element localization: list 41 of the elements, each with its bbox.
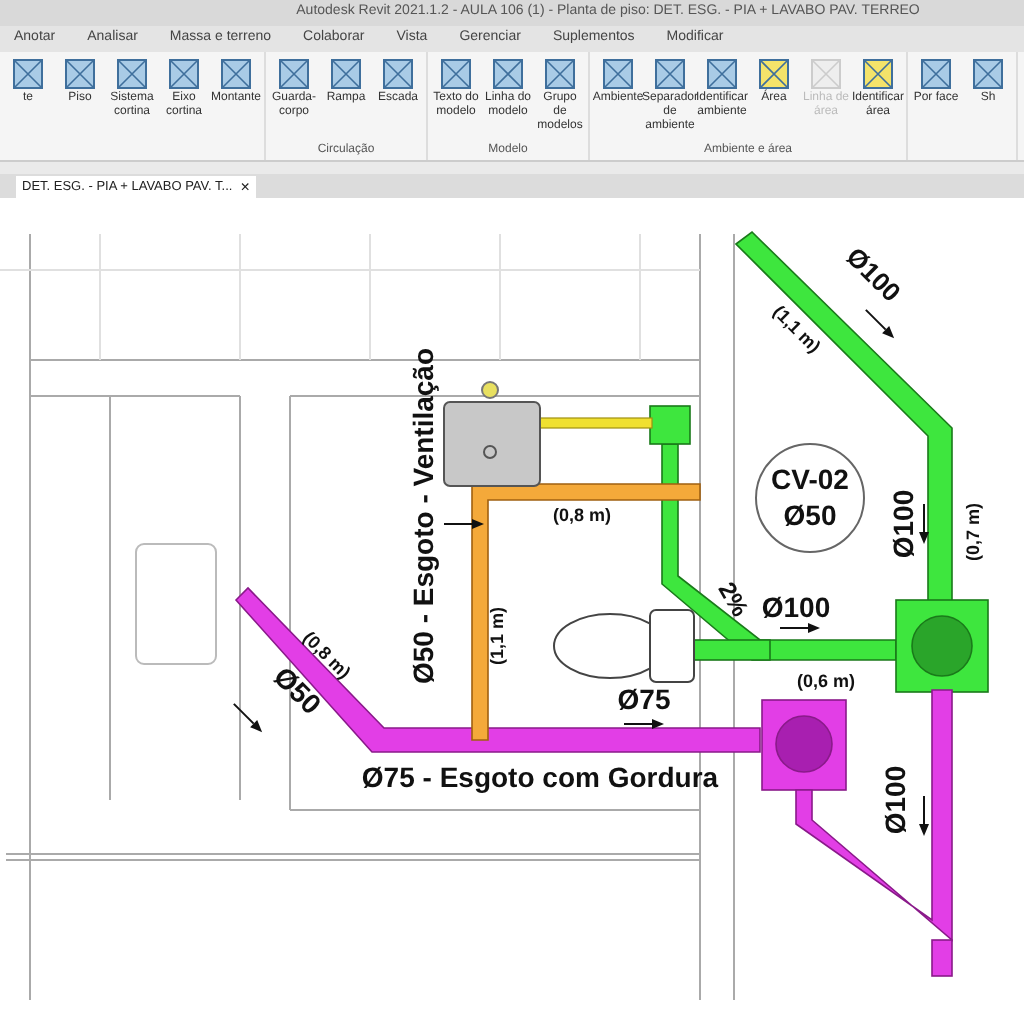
tool-icon (706, 58, 738, 90)
tool-icon (64, 58, 96, 90)
tool-icon (862, 58, 894, 90)
tool-icon (492, 58, 524, 90)
tool-icon (654, 58, 686, 90)
close-button[interactable]: × (240, 179, 250, 195)
tool-icon (972, 58, 1004, 90)
tool-icon (116, 58, 148, 90)
arrow-icon (864, 308, 895, 339)
drawing-label: (0,7 m) (962, 503, 983, 561)
tool-icon (758, 58, 790, 90)
drawing-label: (0,8 m) (553, 504, 611, 525)
arrow-icon (919, 795, 929, 836)
drawing-label: 2% (712, 577, 755, 622)
drawing-label: Ø50 (783, 499, 837, 532)
arrow-icon (443, 519, 484, 529)
drawing-label: CV-02 (771, 463, 849, 496)
drawing-label: Ø100 (887, 489, 920, 559)
tool-icon (810, 58, 842, 90)
tool-icon (920, 58, 952, 90)
tool-icon (12, 58, 44, 90)
tool-icon (220, 58, 252, 90)
drawing-label: Ø50 - Esgoto - Ventilação (407, 347, 440, 685)
arrow-icon (232, 702, 263, 733)
arrow-icon (623, 719, 664, 729)
tool-icon (440, 58, 472, 90)
drawing-label: Ø75 (617, 683, 671, 716)
tool-icon (602, 58, 634, 90)
tool-icon (544, 58, 576, 90)
tool-icon (382, 58, 414, 90)
tool-icon (168, 58, 200, 90)
drawing-label: Ø100 (879, 765, 912, 835)
tool-icon (278, 58, 310, 90)
arrow-icon (919, 503, 929, 544)
tool-icon (330, 58, 362, 90)
drawing-label: (1,1 m) (486, 607, 507, 665)
drawing-label: (0,6 m) (797, 670, 855, 691)
arrow-icon (779, 623, 820, 633)
drawing-label: Ø100 (761, 591, 831, 624)
drawing-label: (1,1 m) (769, 301, 825, 357)
drawing-label: Ø75 - Esgoto com Gordura (361, 761, 719, 794)
